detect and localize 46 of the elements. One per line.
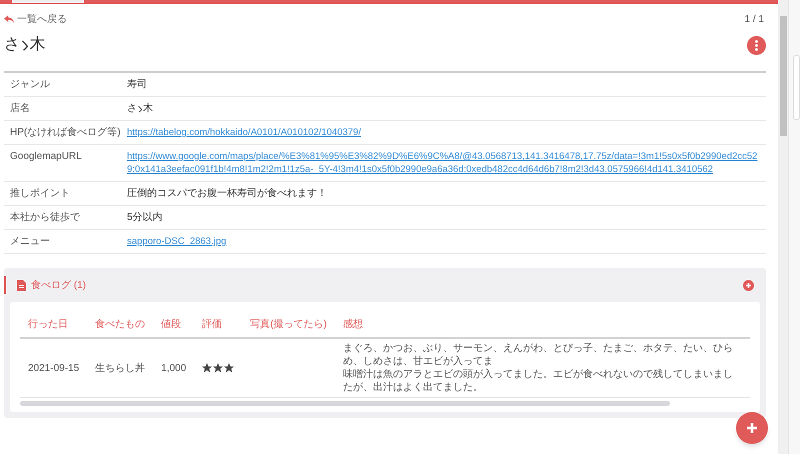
table-cell: 生ちらし丼 <box>87 338 154 398</box>
comment-text: まぐろ、かつお、ぶり、サーモン、えんがわ、とびっ子、たまご、ホタテ、たい、ひらめ、しめさは、甘エビが入ってま <box>342 342 734 368</box>
field-link[interactable]: https://www.google.com/maps/place/%E3%81%95%E3%82%9D%E6%9C%A8/@43.0568713,141.3416478,17.75z/data=!3m1!5s0x5f0b2990ed2cc529:0x141a3eefac091f1b!4m8!1m2!2m1!1z5a-_5Y-4!3m4!1s0x5f0b2990e9a6a36d:0xedb482cc4d64d6b7!8m2!3d43.0575966!4d141.3410562 <box>127 150 766 176</box>
add-button[interactable] <box>743 280 754 290</box>
back-link[interactable]: 一覧へ戻る <box>4 12 67 27</box>
document-icon <box>17 280 26 290</box>
table-cell: 1,000 <box>153 338 194 398</box>
star-icon <box>224 363 234 373</box>
field-value: 寿司 <box>127 78 147 91</box>
more-icon <box>755 40 758 50</box>
field-label: メニュー <box>9 235 51 248</box>
repeat-mark-icon <box>20 38 30 52</box>
star-icon <box>213 363 224 373</box>
field-value: 圧倒的コスパでお腹一杯寿司が食べれます！ <box>127 187 327 200</box>
back-arrow-icon <box>4 15 14 24</box>
section-title: 食べログ (1) <box>31 278 86 292</box>
field-value: 5分以内 <box>127 211 163 224</box>
add-entry-button[interactable] <box>736 412 768 444</box>
table-cell: 2021-09-15 <box>20 338 88 398</box>
field-link[interactable]: sapporo-DSC_2863.jpg <box>127 235 230 248</box>
page-counter: 1 / 1 <box>744 13 764 27</box>
field-label: 本社から徒歩で <box>9 211 81 224</box>
field-label: 店名 <box>9 102 31 115</box>
column-header: 感想 <box>334 312 750 338</box>
vertical-scrollbar[interactable] <box>778 0 788 454</box>
star-icon <box>202 363 212 373</box>
horizontal-scrollbar[interactable] <box>20 401 670 406</box>
comment-text: 味噌汁は魚のアラとエビの頭が入ってました。エビが食べれないので残してしまいましたが、出汁はよく出てました。 <box>342 368 734 394</box>
field-label: HP(なければ食べログ等) <box>9 126 122 139</box>
column-header: 評価 <box>194 312 242 338</box>
field-link[interactable]: https://tabelog.com/hokkaido/A0101/A010102/1040379/ <box>127 126 365 139</box>
column-header: 行った日 <box>20 312 88 338</box>
column-header: 食べたもの <box>87 312 154 338</box>
field-value: 木 <box>143 102 153 115</box>
field-label: 推しポイント <box>9 187 71 200</box>
plus-icon <box>745 282 752 288</box>
column-header: 写真(撮ってたら) <box>242 312 335 338</box>
more-menu-button[interactable] <box>747 36 766 54</box>
field-label: GooglemapURL <box>9 150 83 164</box>
repeat-mark-icon <box>137 104 143 112</box>
column-header: 値段 <box>153 312 194 338</box>
plus-icon <box>746 422 758 434</box>
field-label: ジャンル <box>9 78 51 91</box>
field-value: さ <box>127 102 137 115</box>
page-title: 木 <box>30 34 46 55</box>
page-title: さ <box>4 35 20 55</box>
